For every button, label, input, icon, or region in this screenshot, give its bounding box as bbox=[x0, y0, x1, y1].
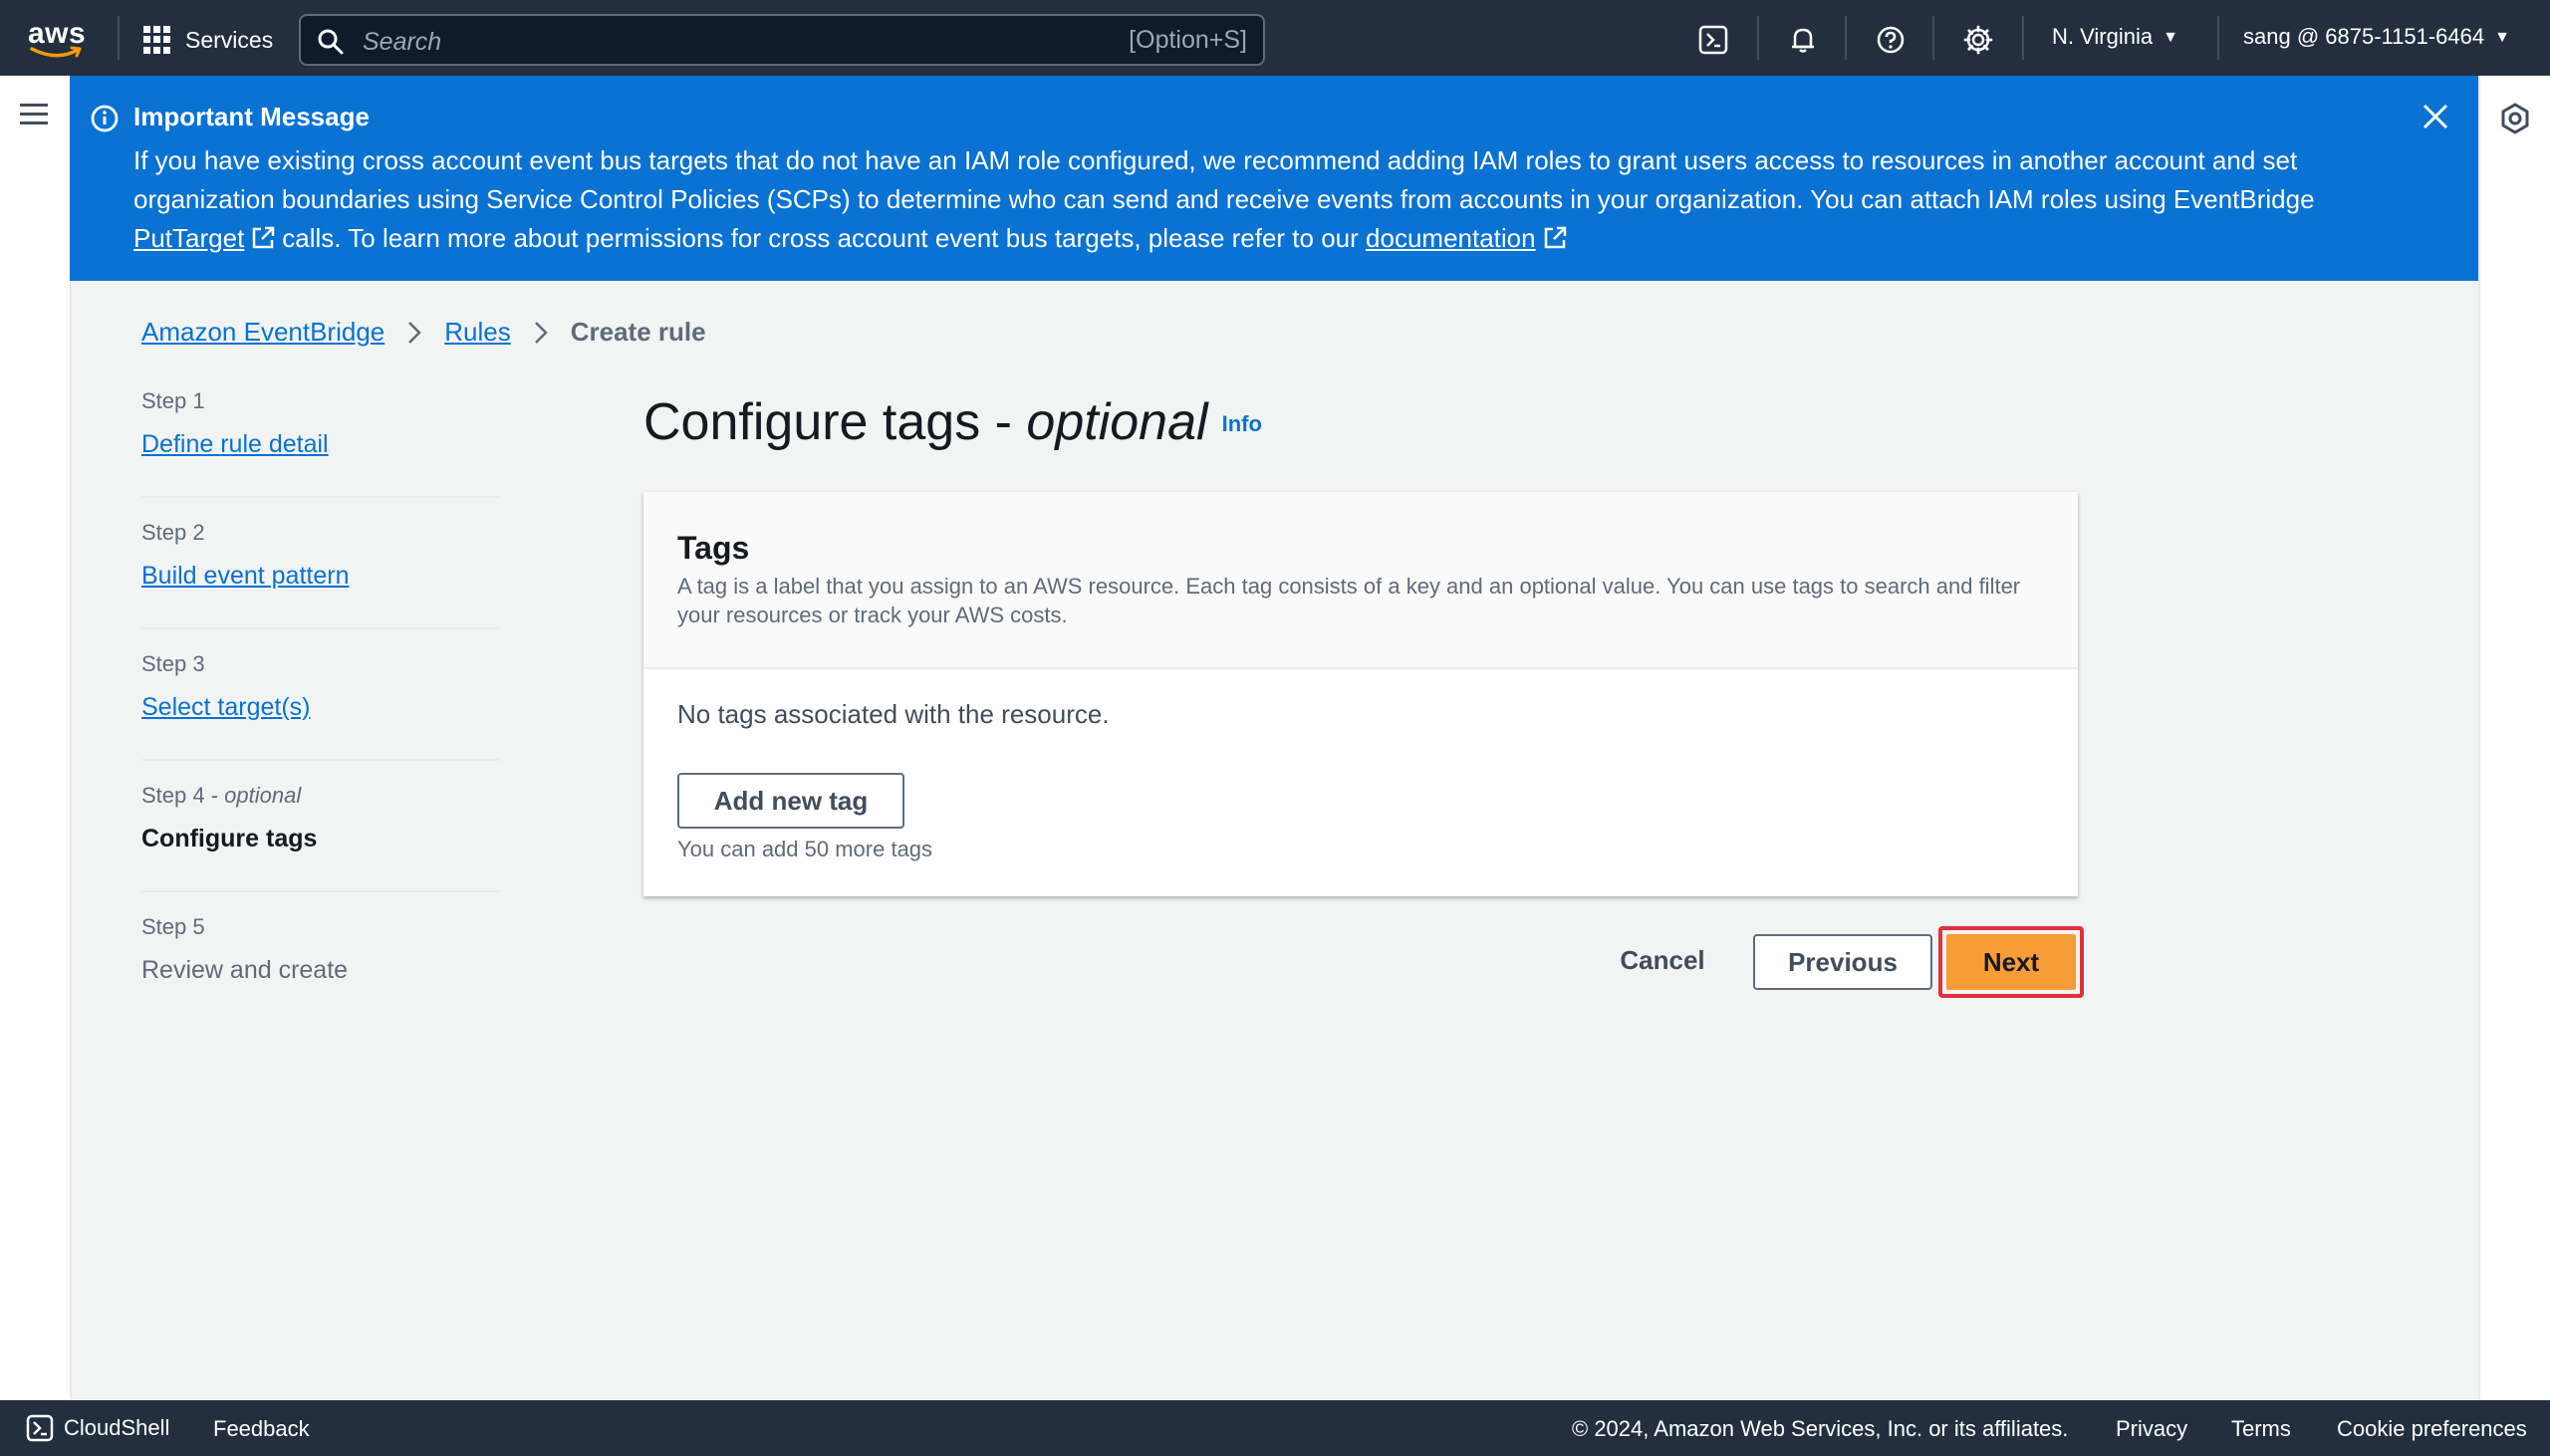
step-number: Step 1 bbox=[141, 388, 205, 413]
cookie-preferences-link[interactable]: Cookie preferences bbox=[2337, 1416, 2527, 1442]
tags-card-description: A tag is a label that you assign to an A… bbox=[677, 574, 2021, 627]
privacy-link[interactable]: Privacy bbox=[2116, 1416, 2187, 1442]
info-link[interactable]: Info bbox=[1222, 411, 1262, 436]
step-link-select-targets[interactable]: Select target(s) bbox=[141, 693, 311, 722]
breadcrumb-eventbridge[interactable]: Amazon EventBridge bbox=[141, 317, 384, 348]
left-rail bbox=[0, 76, 72, 1400]
tags-card-header: Tags A tag is a label that you assign to… bbox=[643, 492, 2078, 669]
bell-icon[interactable] bbox=[1783, 20, 1823, 60]
top-navigation: aws Services [Option+S] N. Virginia ▼ bbox=[0, 0, 2550, 76]
tags-card: Tags A tag is a label that you assign to… bbox=[643, 492, 2078, 896]
step-2: Step 2 Build event pattern bbox=[141, 520, 500, 629]
caret-down-icon: ▼ bbox=[2494, 29, 2510, 46]
cloudshell-button[interactable]: CloudShell bbox=[26, 1414, 169, 1442]
step-5: Step 5 Review and create bbox=[141, 914, 500, 1024]
caret-down-icon: ▼ bbox=[2163, 29, 2178, 46]
step-review-and-create: Review and create bbox=[141, 956, 349, 984]
search-shortcut-hint: [Option+S] bbox=[1129, 26, 1247, 54]
cloudshell-label: CloudShell bbox=[64, 1415, 170, 1440]
aws-smile-icon bbox=[30, 46, 82, 58]
nav-divider bbox=[2022, 16, 2024, 60]
search-input[interactable] bbox=[361, 24, 1062, 60]
nav-divider bbox=[1757, 16, 1759, 60]
nav-divider bbox=[2217, 16, 2219, 60]
account-menu[interactable]: sang @ 6875-1151-6464 ▼ bbox=[2243, 24, 2510, 50]
footer: CloudShell Feedback © 2024, Amazon Web S… bbox=[0, 1400, 2550, 1456]
important-message-banner: Important Message If you have existing c… bbox=[70, 76, 2478, 281]
step-number: Step 5 bbox=[141, 914, 205, 939]
breadcrumb-current: Create rule bbox=[570, 317, 706, 347]
external-link-icon bbox=[253, 226, 275, 249]
banner-title: Important Message bbox=[133, 102, 370, 131]
breadcrumb-rules[interactable]: Rules bbox=[444, 317, 510, 348]
add-new-tag-button[interactable]: Add new tag bbox=[677, 773, 904, 829]
next-button-highlight: Next bbox=[1938, 926, 2084, 998]
copyright-text: © 2024, Amazon Web Services, Inc. or its… bbox=[1572, 1416, 2069, 1441]
search-box[interactable]: [Option+S] bbox=[299, 14, 1265, 66]
feedback-link[interactable]: Feedback bbox=[213, 1416, 310, 1442]
step-link-define-rule-detail[interactable]: Define rule detail bbox=[141, 430, 329, 459]
right-rail bbox=[2478, 76, 2550, 1400]
banner-text-part-2: calls. To learn more about permissions f… bbox=[282, 223, 1359, 253]
nav-divider bbox=[1932, 16, 1934, 60]
page-title-optional: optional bbox=[1026, 393, 1208, 451]
wizard-steps: Step 1 Define rule detail Step 2 Build e… bbox=[141, 388, 500, 1046]
terms-link[interactable]: Terms bbox=[2231, 1416, 2291, 1442]
account-label: sang @ 6875-1151-6464 bbox=[2243, 24, 2485, 49]
step-3: Step 3 Select target(s) bbox=[141, 651, 500, 761]
step-number: Step 3 bbox=[141, 651, 205, 676]
step-4: Step 4 - optional Configure tags bbox=[141, 783, 500, 892]
region-selector[interactable]: N. Virginia ▼ bbox=[2052, 24, 2178, 50]
services-menu-button[interactable]: Services bbox=[143, 20, 273, 60]
info-circle-icon bbox=[91, 105, 119, 132]
next-button[interactable]: Next bbox=[1946, 934, 2076, 990]
page-title: Configure tags - optional Info bbox=[643, 392, 1262, 452]
search-icon bbox=[318, 29, 344, 55]
documentation-link[interactable]: documentation bbox=[1366, 223, 1536, 253]
page-title-text: Configure tags - bbox=[643, 393, 1012, 451]
step-current-configure-tags: Configure tags bbox=[141, 825, 318, 852]
hamburger-menu-icon[interactable] bbox=[20, 104, 48, 125]
banner-text-part-1: If you have existing cross account event… bbox=[133, 145, 2315, 214]
step-number: Step 4 - optional bbox=[141, 783, 302, 808]
nav-divider bbox=[1845, 16, 1847, 60]
step-link-build-event-pattern[interactable]: Build event pattern bbox=[141, 562, 349, 591]
previous-button[interactable]: Previous bbox=[1753, 934, 1932, 990]
chevron-right-icon bbox=[408, 321, 422, 344]
cloudshell-icon bbox=[26, 1414, 54, 1442]
gear-icon[interactable] bbox=[1958, 20, 1998, 60]
step-optional-label: optional bbox=[224, 783, 302, 808]
aws-logo[interactable]: aws bbox=[28, 18, 88, 60]
region-label: N. Virginia bbox=[2052, 24, 2154, 49]
help-icon[interactable] bbox=[1871, 20, 1911, 60]
banner-text: If you have existing cross account event… bbox=[133, 141, 2365, 258]
cancel-button[interactable]: Cancel bbox=[1606, 932, 1719, 988]
step-number: Step 2 bbox=[141, 520, 205, 545]
grid-icon bbox=[143, 26, 171, 54]
tag-limit-hint: You can add 50 more tags bbox=[677, 837, 933, 861]
no-tags-message: No tags associated with the resource. bbox=[677, 699, 1110, 729]
cloudshell-icon[interactable] bbox=[1693, 20, 1733, 60]
step-number-text: Step 4 bbox=[141, 783, 205, 808]
puttarget-link[interactable]: PutTarget bbox=[133, 223, 244, 253]
chevron-right-icon bbox=[534, 321, 548, 344]
tags-card-title: Tags bbox=[677, 530, 750, 566]
external-link-icon bbox=[1544, 226, 1566, 249]
services-label: Services bbox=[185, 26, 274, 53]
close-icon[interactable] bbox=[2419, 100, 2452, 133]
step-1: Step 1 Define rule detail bbox=[141, 388, 500, 498]
nav-divider bbox=[118, 16, 120, 60]
settings-panel-icon[interactable] bbox=[2498, 102, 2532, 135]
breadcrumb: Amazon EventBridge Rules Create rule bbox=[141, 317, 706, 348]
